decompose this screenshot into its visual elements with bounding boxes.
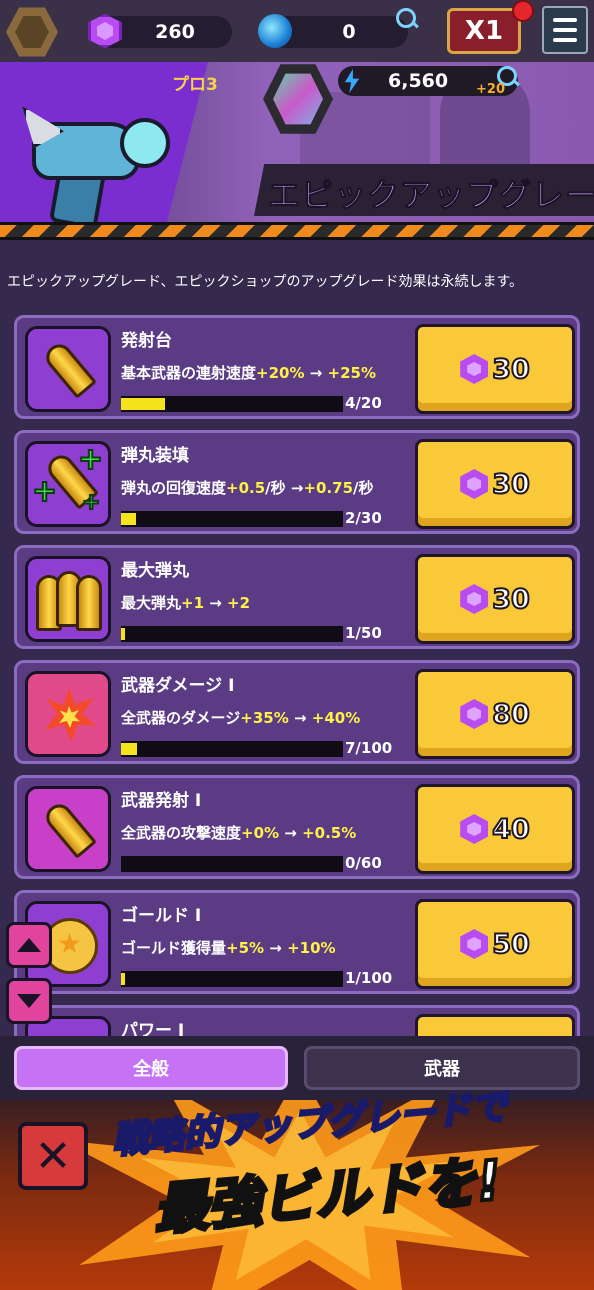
progress-bar: [121, 741, 343, 757]
upgrade-card: パワー I: [14, 1005, 580, 1036]
progress-text: 1/100: [345, 969, 393, 987]
rank-label: プロ3: [172, 75, 218, 95]
gem-count: 260: [155, 21, 195, 43]
price-label: 30: [491, 468, 531, 501]
upgrade-card: ゴールド I ゴールド獲得量+5% → +10% 1/100 50: [14, 890, 580, 994]
buy-upgrade-button[interactable]: 30: [415, 324, 575, 414]
progress-bar: [121, 626, 343, 642]
buy-upgrade-button[interactable]: 40: [415, 784, 575, 874]
scroll-down-button[interactable]: [6, 978, 52, 1024]
speed-label: X1: [464, 16, 504, 46]
scroll-up-button[interactable]: [6, 922, 52, 968]
profile-badge-icon[interactable]: [6, 7, 58, 57]
progress-text: 4/20: [345, 394, 382, 412]
orb-count: 0: [342, 21, 356, 43]
notification-dot-icon: [512, 0, 534, 22]
upgrade-name: パワー I: [121, 1021, 185, 1036]
price-label: 80: [491, 698, 531, 731]
header-banner: プロ3 6,560 +20 エピックアップグレー: [0, 62, 594, 230]
bullet-icon: [25, 326, 111, 412]
upgrade-name: 弾丸装填: [121, 446, 189, 466]
gem-icon: [460, 814, 489, 844]
tab-general-label: 全般: [133, 1059, 169, 1080]
close-button[interactable]: ✕: [18, 1122, 88, 1190]
menu-button[interactable]: [542, 6, 588, 54]
progress-text: 0/60: [345, 854, 382, 872]
upgrade-name: 武器発射 I: [121, 791, 202, 811]
upgrade-effect: 最大弾丸+1 → +2: [121, 594, 251, 612]
page-title: エピックアップグレー: [267, 176, 594, 215]
upgrade-card: 発射台 基本武器の連射速度+20% → +25% 4/20 30: [14, 315, 580, 419]
gem-icon: [460, 469, 489, 499]
close-icon: ✕: [34, 1130, 72, 1182]
search-icon[interactable]: [396, 8, 416, 28]
buy-upgrade-button[interactable]: 30: [415, 439, 575, 529]
upgrade-list[interactable]: 発射台 基本武器の連射速度+20% → +25% 4/20 30 + + + 弾…: [0, 312, 594, 1036]
upgrade-effect: 全武器の攻撃速度+0% → +0.5%: [121, 824, 357, 842]
tab-weapons-label: 武器: [424, 1059, 460, 1080]
upgrade-card: 最大弾丸 最大弾丸+1 → +2 1/50 30: [14, 545, 580, 649]
description-text: エピックアップグレード、エピックショップのアップグレード効果は永続します。: [7, 274, 524, 290]
arrow-up-icon: [17, 938, 41, 952]
price-label: 30: [491, 353, 531, 386]
upgrade-card: + + + 弾丸装填 弾丸の回復速度+0.5/秒 →+0.75/秒 2/30 3…: [14, 430, 580, 534]
buy-upgrade-button[interactable]: 80: [415, 669, 575, 759]
ammo-icon: [25, 556, 111, 642]
price-label: 50: [491, 928, 531, 961]
buy-upgrade-button[interactable]: 50: [415, 899, 575, 989]
power-bonus: +20: [476, 82, 505, 97]
upgrade-card: 武器ダメージ I 全武器のダメージ+35% → +40% 7/100 80: [14, 660, 580, 764]
progress-bar: [121, 396, 343, 412]
progress-bar: [121, 856, 343, 872]
bullet-icon: [25, 786, 111, 872]
gem-icon: [460, 929, 489, 959]
upgrade-effect: 全武器のダメージ+35% → +40%: [121, 709, 361, 727]
progress-text: 2/30: [345, 509, 382, 527]
progress-text: 1/50: [345, 624, 382, 642]
power-value: 6,560: [388, 70, 449, 92]
upgrade-name: 発射台: [121, 331, 172, 351]
progress-bar: [121, 511, 343, 527]
buy-upgrade-button[interactable]: 30: [415, 554, 575, 644]
buy-upgrade-button[interactable]: [415, 1014, 575, 1036]
progress-text: 7/100: [345, 739, 393, 757]
upgrade-card: 武器発射 I 全武器の攻撃速度+0% → +0.5% 0/60 40: [14, 775, 580, 879]
arrow-down-icon: [17, 994, 41, 1008]
upgrade-name: 武器ダメージ I: [121, 676, 235, 696]
upgrade-effect: ゴールド獲得量+5% → +10%: [121, 939, 336, 957]
upgrade-name: 最大弾丸: [121, 561, 189, 581]
gem-icon: [460, 354, 489, 384]
hazard-stripe-divider: [0, 222, 594, 240]
price-label: 30: [491, 583, 531, 616]
explosion-icon: [25, 671, 111, 757]
reload-icon: + + +: [25, 441, 111, 527]
speed-button[interactable]: X1: [447, 8, 521, 54]
progress-bar: [121, 971, 343, 987]
upgrade-name: ゴールド I: [121, 906, 202, 926]
top-bar: 260 0 X1: [0, 0, 594, 62]
tab-general[interactable]: 全般: [14, 1046, 288, 1090]
gem-icon: [460, 699, 489, 729]
upgrade-effect: 弾丸の回復速度+0.5/秒 →+0.75/秒: [121, 479, 374, 497]
gem-icon: [460, 584, 489, 614]
upgrade-effect: 基本武器の連射速度+20% → +25%: [121, 364, 376, 382]
price-label: 40: [491, 813, 531, 846]
orb-icon: [258, 14, 292, 48]
